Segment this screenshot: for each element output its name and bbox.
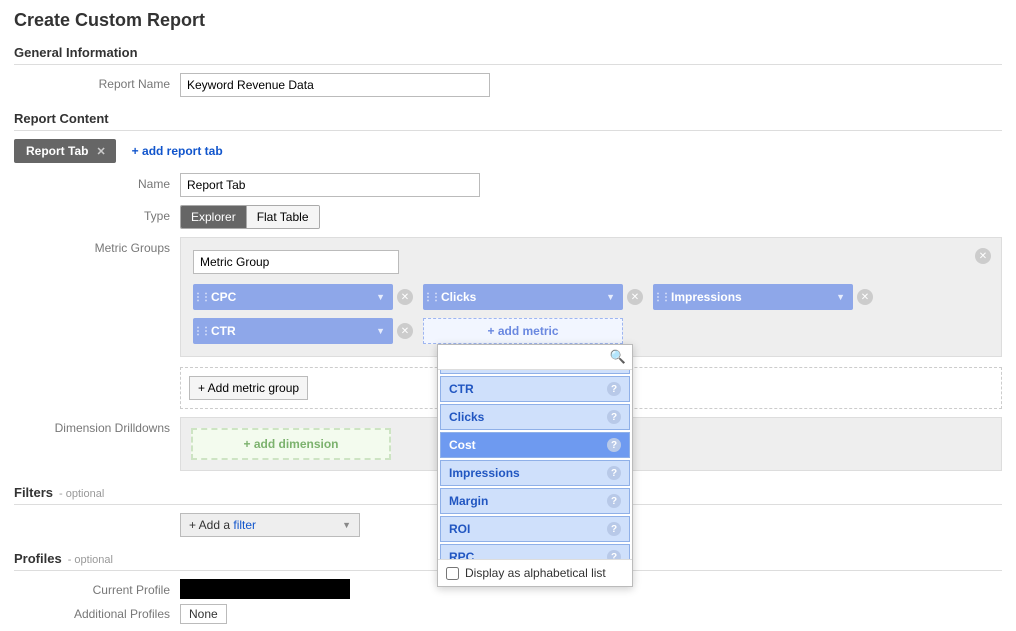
drag-icon[interactable]: ⋮⋮ — [193, 292, 209, 303]
metric-groups-label: Metric Groups — [14, 237, 180, 255]
metric-dropdown-list[interactable]: CPM? CTR? Clicks? Cost? Impressions? Mar… — [438, 370, 632, 560]
add-filter-link: filter — [233, 518, 256, 532]
additional-profiles-value[interactable]: None — [180, 604, 227, 624]
metric-group-name-input[interactable] — [193, 250, 399, 274]
type-explorer-button[interactable]: Explorer — [181, 206, 246, 228]
caret-down-icon: ▼ — [342, 520, 351, 530]
additional-profiles-label: Additional Profiles — [14, 607, 180, 621]
profiles-heading: Profiles — [14, 551, 62, 566]
metric-search-input[interactable] — [438, 345, 632, 369]
search-icon: 🔍 — [610, 349, 626, 365]
help-icon[interactable]: ? — [607, 410, 621, 424]
close-icon[interactable]: ✕ — [975, 248, 991, 264]
close-icon[interactable]: ✕ — [397, 323, 413, 339]
caret-down-icon[interactable]: ▼ — [368, 326, 393, 336]
caret-down-icon[interactable]: ▼ — [368, 292, 393, 302]
add-report-tab-link[interactable]: + add report tab — [132, 144, 223, 158]
help-icon[interactable]: ? — [607, 522, 621, 536]
metric-chip-label: Clicks — [439, 290, 598, 304]
report-name-label: Report Name — [14, 73, 180, 91]
close-icon[interactable]: ✕ — [857, 289, 873, 305]
optional-label: - optional — [68, 554, 113, 566]
metric-option-ctr[interactable]: CTR? — [440, 376, 630, 402]
type-label: Type — [14, 205, 180, 223]
metric-option-clicks[interactable]: Clicks? — [440, 404, 630, 430]
metric-option-roi[interactable]: ROI? — [440, 516, 630, 542]
current-profile-value — [180, 579, 350, 599]
alphabetical-label: Display as alphabetical list — [465, 566, 606, 580]
drag-icon[interactable]: ⋮⋮ — [193, 326, 209, 337]
metric-dropdown: 🔍 CPM? CTR? Clicks? Cost? Impressions? M… — [437, 344, 633, 587]
current-profile-label: Current Profile — [14, 579, 180, 597]
help-icon[interactable]: ? — [607, 382, 621, 396]
dimension-drilldowns-label: Dimension Drilldowns — [14, 417, 180, 435]
help-icon[interactable]: ? — [607, 550, 621, 560]
report-tab[interactable]: Report Tab ✕ — [14, 139, 116, 163]
caret-down-icon[interactable]: ▼ — [598, 292, 623, 302]
help-icon[interactable]: ? — [607, 438, 621, 452]
help-icon[interactable]: ? — [607, 494, 621, 508]
add-metric-group-button[interactable]: + Add metric group — [189, 376, 308, 400]
metric-chip-ctr[interactable]: ⋮⋮ CTR ▼ — [193, 318, 393, 344]
filters-heading: Filters — [14, 485, 53, 500]
close-icon[interactable]: ✕ — [397, 289, 413, 305]
report-content-heading: Report Content — [14, 111, 1002, 126]
close-icon[interactable]: ✕ — [627, 289, 643, 305]
type-flat-table-button[interactable]: Flat Table — [246, 206, 319, 228]
metric-chip-label: CTR — [209, 324, 368, 338]
help-icon[interactable]: ? — [607, 466, 621, 480]
report-name-input[interactable] — [180, 73, 490, 97]
metric-option-rpc[interactable]: RPC? — [440, 544, 630, 560]
drag-icon[interactable]: ⋮⋮ — [653, 292, 669, 303]
metric-chip-cpc[interactable]: ⋮⋮ CPC ▼ — [193, 284, 393, 310]
general-info-heading: General Information — [14, 45, 1002, 60]
report-tab-label: Report Tab — [26, 144, 88, 158]
drag-icon[interactable]: ⋮⋮ — [423, 292, 439, 303]
metric-chip-impressions[interactable]: ⋮⋮ Impressions ▼ — [653, 284, 853, 310]
metric-option-margin[interactable]: Margin? — [440, 488, 630, 514]
add-filter-dropdown[interactable]: + Add a filter ▼ — [180, 513, 360, 537]
optional-label: - optional — [59, 488, 104, 500]
alphabetical-checkbox[interactable] — [446, 567, 459, 580]
close-icon[interactable]: ✕ — [96, 145, 105, 158]
add-filter-prefix: + Add a — [189, 518, 233, 532]
metric-option-impressions[interactable]: Impressions? — [440, 460, 630, 486]
metric-chip-clicks[interactable]: ⋮⋮ Clicks ▼ — [423, 284, 623, 310]
caret-down-icon[interactable]: ▼ — [828, 292, 853, 302]
page-title: Create Custom Report — [14, 10, 1002, 31]
tab-name-input[interactable] — [180, 173, 480, 197]
metric-option-cost[interactable]: Cost? — [440, 432, 630, 458]
tab-name-label: Name — [14, 173, 180, 191]
metric-chip-label: Impressions — [669, 290, 828, 304]
metric-option-cpm[interactable]: CPM? — [440, 370, 630, 374]
add-dimension-button[interactable]: + add dimension — [191, 428, 391, 460]
add-metric-button[interactable]: + add metric — [423, 318, 623, 344]
metric-group-panel: ✕ ⋮⋮ CPC ▼ ✕ ⋮⋮ Clicks ▼ — [180, 237, 1002, 357]
metric-chip-label: CPC — [209, 290, 368, 304]
